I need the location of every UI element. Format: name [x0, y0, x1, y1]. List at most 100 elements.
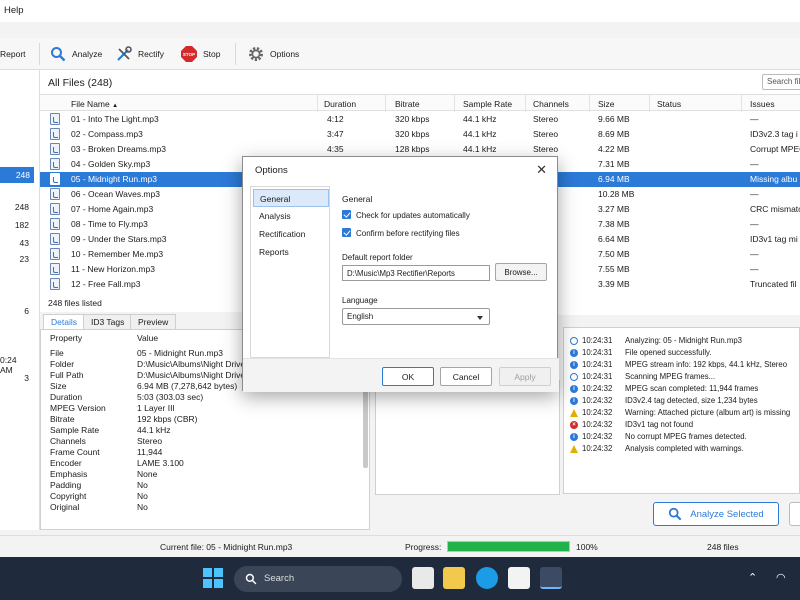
tab-preview[interactable]: Preview — [130, 314, 177, 329]
language-select[interactable]: English — [342, 308, 490, 325]
cell-name: 01 - Into The Light.mp3 — [71, 114, 159, 124]
cell-channels: Stereo — [533, 129, 559, 139]
tab-id3-tags[interactable]: ID3 Tags — [83, 314, 133, 329]
details-scrollbar[interactable] — [363, 390, 368, 468]
analyze-label: Analyze — [72, 49, 103, 59]
file-explorer-icon[interactable] — [443, 567, 465, 589]
file-list-title: All Files (248) — [48, 77, 113, 89]
category-all-count[interactable]: 248 — [0, 167, 34, 183]
edge-browser-icon[interactable] — [476, 567, 498, 589]
cell-size: 10.28 MB — [598, 189, 635, 199]
info-icon: i — [570, 433, 578, 441]
detail-property: Emphasis — [50, 469, 88, 479]
cell-size: 7.38 MB — [598, 219, 630, 229]
options-button[interactable]: Options — [248, 45, 299, 63]
task-view-icon[interactable] — [412, 567, 434, 589]
nav-general[interactable]: General — [253, 189, 329, 207]
log-time: 10:24:31 — [582, 372, 613, 381]
ok-button[interactable]: OK — [382, 367, 434, 386]
detail-value: LAME 3.100 — [137, 458, 184, 468]
stop-label: Stop — [203, 49, 221, 59]
menu-help[interactable]: Help — [4, 5, 24, 16]
category-count[interactable]: 248 — [15, 202, 29, 212]
cell-sample-rate: 44.1 kHz — [463, 144, 497, 154]
warning-triangle-icon — [570, 409, 578, 417]
cell-name: 03 - Broken Dreams.mp3 — [71, 144, 166, 154]
detail-property: Copyright — [50, 491, 87, 501]
column-file-name[interactable]: File Name ▲ — [71, 99, 118, 109]
nav-reports[interactable]: Reports — [253, 243, 329, 261]
category-count[interactable]: 6 — [24, 306, 29, 316]
tab-details[interactable]: Details — [43, 314, 85, 329]
cell-issues: Truncated fil — [750, 279, 797, 289]
chevron-up-icon[interactable]: ⌃ — [748, 571, 757, 584]
audio-file-icon — [50, 218, 60, 230]
windows-start-icon[interactable] — [203, 568, 223, 588]
audio-file-icon — [50, 113, 60, 125]
analyze-button[interactable]: Analyze — [50, 45, 102, 63]
secondary-action-button[interactable] — [789, 502, 800, 526]
detail-property: Bitrate — [50, 414, 75, 424]
detail-value: 5:03 (303.03 sec) — [137, 392, 204, 402]
chevron-down-icon — [477, 316, 483, 320]
status-bar: Current file: 05 - Midnight Run.mp3 Prog… — [0, 535, 800, 557]
mp3-rectifier-app-icon[interactable] — [540, 567, 562, 589]
check-updates-checkbox[interactable] — [342, 210, 351, 219]
log-time: 10:24:32 — [582, 432, 613, 441]
log-message: MPEG scan completed: 11,944 frames — [625, 384, 759, 393]
category-count[interactable]: 182 — [15, 220, 29, 230]
info-outline-icon — [570, 337, 578, 345]
audio-file-icon — [50, 263, 60, 275]
close-icon[interactable]: ✕ — [536, 162, 547, 178]
confirm-rectify-checkbox[interactable] — [342, 228, 351, 237]
log-time: 10:24:32 — [582, 420, 613, 429]
stop-sign-icon: STOP — [181, 46, 197, 62]
detail-value: D:\Music\Albums\Night Drive — [137, 370, 246, 380]
progress-label: Progress: — [405, 542, 442, 552]
cell-duration: 4:12 — [327, 114, 344, 124]
current-file-status: Current file: 05 - Midnight Run.mp3 — [160, 542, 293, 552]
column-duration[interactable]: Duration — [324, 99, 356, 109]
table-row[interactable]: 01 - Into The Light.mp3 4:12 320 kbps 44.1 … — [40, 112, 800, 127]
column-size[interactable]: Size — [598, 99, 615, 109]
report-button[interactable]: Report — [0, 45, 26, 63]
cell-sample-rate: 44.1 kHz — [463, 114, 497, 124]
store-icon[interactable] — [508, 567, 530, 589]
table-row[interactable]: 02 - Compass.mp3 3:47 320 kbps 44.1 kHz Ster… — [40, 127, 800, 142]
category-count[interactable]: 43 — [20, 238, 29, 248]
search-input[interactable]: Search fil — [762, 74, 800, 90]
cancel-button[interactable]: Cancel — [440, 367, 492, 386]
column-issues[interactable]: Issues — [750, 99, 775, 109]
column-sample-rate[interactable]: Sample Rate — [463, 99, 512, 109]
log-message: ID3v2.4 tag detected, size 1,234 bytes — [625, 396, 758, 405]
error-circle-icon: × — [570, 421, 578, 429]
audio-file-icon — [50, 278, 60, 290]
category-count[interactable]: 3 — [24, 373, 29, 383]
wifi-icon[interactable]: ◠ — [776, 571, 786, 584]
column-bitrate[interactable]: Bitrate — [395, 99, 420, 109]
analyze-selected-button[interactable]: Analyze Selected — [653, 502, 779, 526]
files-count-status: 248 files — [707, 542, 739, 552]
detail-property: Original — [50, 502, 80, 512]
stop-button[interactable]: STOP Stop — [181, 45, 221, 63]
cell-issues: — — [750, 219, 759, 229]
rectify-button[interactable]: Rectify — [116, 45, 164, 63]
apply-button[interactable]: Apply — [499, 367, 551, 386]
column-channels[interactable]: Channels — [533, 99, 569, 109]
audio-file-icon — [50, 203, 60, 215]
nav-rectification[interactable]: Rectification — [253, 225, 329, 243]
detail-value: No — [137, 491, 148, 501]
column-status[interactable]: Status — [657, 99, 681, 109]
nav-analysis[interactable]: Analysis — [253, 207, 329, 225]
detail-value: Stereo — [137, 436, 163, 446]
taskbar-search[interactable]: Search — [234, 566, 402, 592]
magnifier-icon — [669, 507, 682, 521]
browse-button[interactable]: Browse... — [495, 263, 547, 281]
table-row[interactable]: 03 - Broken Dreams.mp3 4:35 128 kbps 44.1 k… — [40, 142, 800, 157]
toolbar-separator — [235, 43, 236, 65]
log-message: Scanning MPEG frames... — [625, 372, 716, 381]
category-count[interactable]: 23 — [20, 254, 29, 264]
log-message: ID3v1 tag not found — [625, 420, 694, 429]
detail-property: File — [50, 348, 64, 358]
report-folder-field[interactable]: D:\Music\Mp3 Rectifier\Reports — [342, 265, 490, 281]
